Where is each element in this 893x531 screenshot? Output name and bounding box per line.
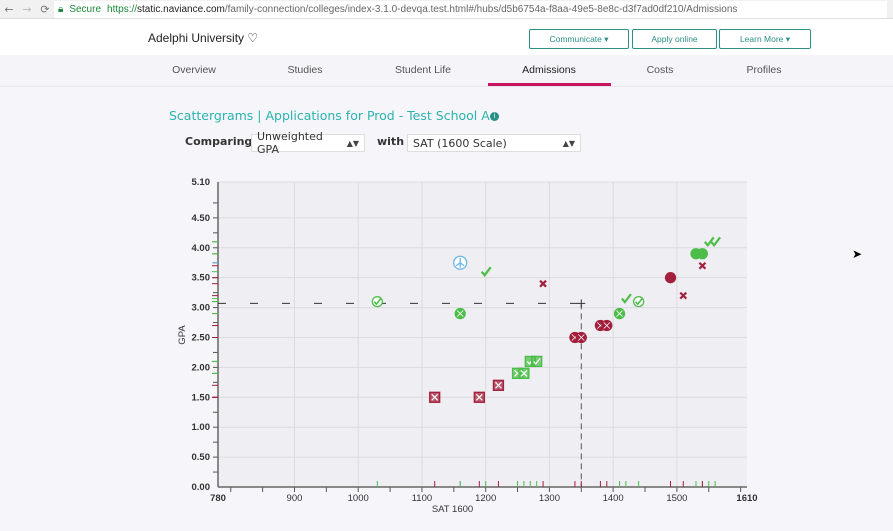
y-tick-label: 5.10 bbox=[192, 177, 211, 188]
x-tick-label: 1000 bbox=[348, 493, 369, 504]
data-point-denied-square-dot bbox=[429, 391, 441, 403]
y-tick-label: 3.50 bbox=[192, 273, 211, 284]
x-tick-label: 1400 bbox=[603, 493, 624, 504]
scattergram-chart: 780 900 1000 1100 1200 1300 1400 1500 1610 0.00 0.… bbox=[177, 177, 758, 515]
y-tick-label: 1.50 bbox=[192, 392, 211, 403]
marker-circle bbox=[633, 295, 645, 308]
marker-circle bbox=[371, 295, 383, 308]
data-point-accepted-circle-check bbox=[633, 295, 645, 308]
data-point-accepted-square-check bbox=[531, 355, 543, 368]
marker-square bbox=[531, 355, 543, 368]
data-point-accepted-circle-check bbox=[371, 295, 383, 308]
y-tick-label: 3.00 bbox=[192, 303, 211, 314]
x-tick-label: 900 bbox=[287, 493, 303, 504]
data-point-other-circle-person bbox=[453, 255, 468, 270]
data-point-accepted-circle-dot bbox=[454, 307, 466, 320]
x-tick-label: 1100 bbox=[412, 493, 432, 504]
y-tick-label: 4.00 bbox=[192, 243, 211, 254]
data-point-denied-circle-dot bbox=[575, 331, 587, 344]
marker-circle bbox=[664, 272, 677, 284]
data-point-denied-square-dot bbox=[473, 391, 485, 403]
x-tick-label: 1200 bbox=[475, 493, 496, 504]
y-tick-label: 4.50 bbox=[192, 213, 211, 224]
y-tick-label: 1.00 bbox=[192, 422, 211, 433]
x-tick-label: 1610 bbox=[736, 493, 757, 504]
y-tick-label: 2.50 bbox=[192, 332, 211, 343]
data-point-denied-circle-x bbox=[601, 319, 613, 332]
plot-area bbox=[218, 182, 747, 487]
y-tick-label: 2.00 bbox=[192, 362, 211, 373]
y-axis-label: GPA bbox=[177, 325, 188, 345]
data-point-denied-square-x bbox=[492, 379, 505, 391]
mouse-cursor-icon: ➤ bbox=[852, 247, 863, 261]
x-axis-label: SAT 1600 bbox=[432, 504, 473, 515]
marker-circle bbox=[696, 248, 709, 260]
data-point-accepted-circle bbox=[696, 248, 709, 260]
data-point-accepted-circle-dot bbox=[613, 307, 626, 320]
x-tick-label: 780 bbox=[210, 493, 226, 504]
x-tick-label: 1300 bbox=[539, 493, 560, 504]
x-tick-label: 1500 bbox=[666, 493, 687, 504]
data-point-accepted-square-dot bbox=[518, 367, 530, 380]
y-tick-label: 0.00 bbox=[192, 482, 211, 493]
y-tick-label: 0.50 bbox=[192, 452, 211, 463]
data-point-denied-circle bbox=[664, 272, 677, 284]
